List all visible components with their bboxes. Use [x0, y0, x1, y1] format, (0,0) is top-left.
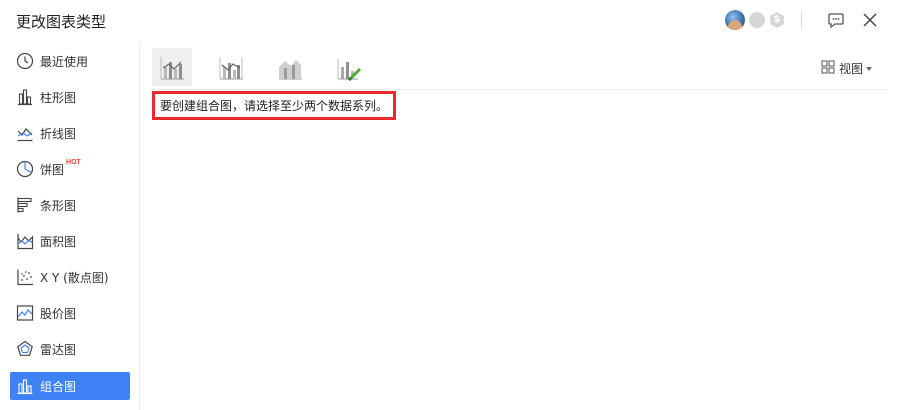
- combo-chart-icon: [15, 376, 35, 396]
- comment-icon[interactable]: [826, 10, 846, 30]
- line-chart-icon: [15, 123, 35, 143]
- bar-chart-icon: [15, 195, 35, 215]
- sidebar-item-combo[interactable]: 组合图: [10, 372, 130, 400]
- scatter-chart-icon: [15, 267, 35, 287]
- sidebar-item-label: 组合图: [40, 379, 77, 394]
- dollar-badge-icon[interactable]: $: [770, 12, 784, 28]
- chart-category-sidebar: 最近使用 柱形图 折线图 饼图 HOT 条形图 面积图 X Y (散点图) 股价…: [0, 42, 140, 410]
- combo-column-line-secondary-axis-icon[interactable]: [211, 48, 251, 86]
- sidebar-item-recent[interactable]: 最近使用: [10, 47, 130, 75]
- hot-badge: HOT: [66, 158, 81, 166]
- sidebar-item-label: 面积图: [40, 234, 77, 249]
- pie-chart-icon: [15, 159, 35, 179]
- sidebar-item-column[interactable]: 柱形图: [10, 83, 130, 111]
- sidebar-item-label: 条形图: [40, 198, 77, 213]
- sidebar-item-label: 柱形图: [40, 90, 77, 105]
- sidebar-item-stock[interactable]: 股价图: [10, 299, 130, 327]
- sidebar-item-label: 折线图: [40, 126, 77, 141]
- sidebar-item-line[interactable]: 折线图: [10, 119, 130, 147]
- custom-combo-icon[interactable]: [329, 48, 369, 86]
- chart-subtype-list: [152, 48, 388, 88]
- divider: [801, 12, 802, 28]
- sidebar-item-label: 雷达图: [40, 342, 77, 357]
- sidebar-item-bar[interactable]: 条形图: [10, 191, 130, 219]
- avatar[interactable]: [725, 10, 745, 30]
- divider: [152, 89, 888, 90]
- column-chart-icon: [15, 87, 35, 107]
- chart-type-panel: 视图 要创建组合图，请选择至少两个数据系列。: [152, 42, 888, 410]
- coin-badge-icon[interactable]: [749, 12, 765, 28]
- sidebar-item-label: X Y (散点图): [40, 270, 109, 285]
- stock-chart-icon: [15, 303, 35, 323]
- dialog-title: 更改图表类型: [16, 13, 107, 31]
- area-chart-icon: [15, 231, 35, 251]
- combo-column-line-icon[interactable]: [152, 48, 192, 86]
- combo-stacked-area-column-icon[interactable]: [270, 48, 310, 86]
- chevron-down-icon: [866, 66, 872, 71]
- view-dropdown[interactable]: 视图: [821, 60, 872, 77]
- sidebar-item-label: 饼图: [40, 162, 65, 177]
- title-bar: 更改图表类型 $: [0, 0, 900, 42]
- view-label: 视图: [838, 62, 863, 76]
- radar-chart-icon: [15, 339, 35, 359]
- sidebar-item-label: 最近使用: [40, 54, 89, 69]
- sidebar-item-area[interactable]: 面积图: [10, 227, 130, 255]
- combo-requirement-message: 要创建组合图，请选择至少两个数据系列。: [152, 91, 397, 120]
- grid-view-icon: [821, 60, 835, 77]
- clock-icon: [15, 51, 35, 71]
- sidebar-item-pie[interactable]: 饼图 HOT: [10, 155, 130, 183]
- title-bar-actions: $: [725, 8, 880, 32]
- sidebar-item-label: 股价图: [40, 306, 77, 321]
- sidebar-item-scatter[interactable]: X Y (散点图): [10, 263, 130, 291]
- close-icon[interactable]: [860, 10, 880, 30]
- sidebar-item-radar[interactable]: 雷达图: [10, 335, 130, 363]
